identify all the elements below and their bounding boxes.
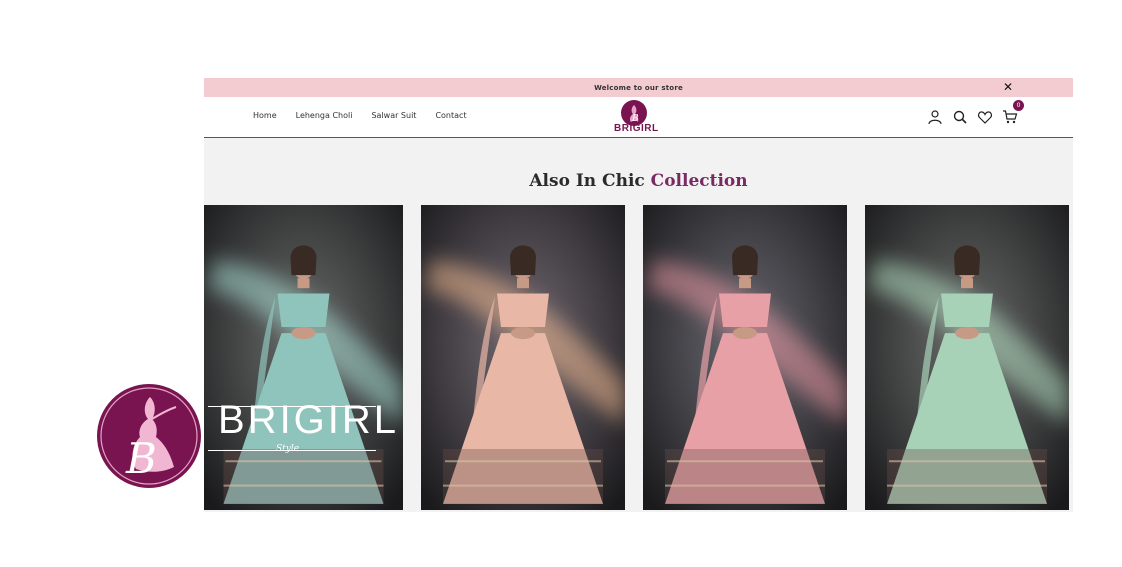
main-nav: Home Lehenga Choli Salwar Suit Contact	[253, 111, 467, 120]
product-card-4[interactable]	[865, 205, 1069, 510]
header-icons: 0	[927, 100, 1024, 125]
user-icon[interactable]	[927, 109, 943, 125]
section-title: Also In Chic Collection	[204, 171, 1073, 191]
announcement-text: Welcome to our store	[594, 83, 683, 92]
nav-item-home[interactable]: Home	[253, 111, 277, 120]
site-logo[interactable]: B BRIGIRL	[614, 100, 659, 136]
product-card-1[interactable]	[204, 205, 403, 510]
close-icon[interactable]: ✕	[1001, 80, 1015, 94]
product-card-3[interactable]	[643, 205, 847, 510]
brand-badge-logo: B	[96, 383, 202, 489]
search-icon[interactable]	[952, 109, 968, 125]
cart-count-badge: 0	[1013, 100, 1024, 111]
product-image	[865, 205, 1069, 510]
heart-icon[interactable]	[977, 109, 993, 125]
product-image	[204, 205, 403, 510]
store-frame: Welcome to our store ✕ Home Lehenga Chol…	[204, 78, 1073, 512]
cart-icon[interactable]: 0	[1002, 100, 1024, 125]
section-title-accent: Collection	[650, 171, 748, 191]
site-header: Home Lehenga Choli Salwar Suit Contact B…	[204, 97, 1073, 138]
nav-item-lehenga-choli[interactable]: Lehenga Choli	[296, 111, 353, 120]
brand-wordmark: BRIGIRL	[218, 398, 400, 442]
product-card-2[interactable]	[421, 205, 625, 510]
nav-item-contact[interactable]: Contact	[435, 111, 466, 120]
product-image	[643, 205, 847, 510]
announcement-bar: Welcome to our store ✕	[204, 78, 1073, 97]
logo-text: BRIGIRL	[614, 123, 659, 134]
nav-item-salwar-suit[interactable]: Salwar Suit	[371, 111, 416, 120]
svg-text:B: B	[125, 434, 157, 483]
section-title-main: Also In Chic	[529, 171, 645, 191]
product-image	[421, 205, 625, 510]
brand-subtitle: Style	[276, 444, 300, 454]
